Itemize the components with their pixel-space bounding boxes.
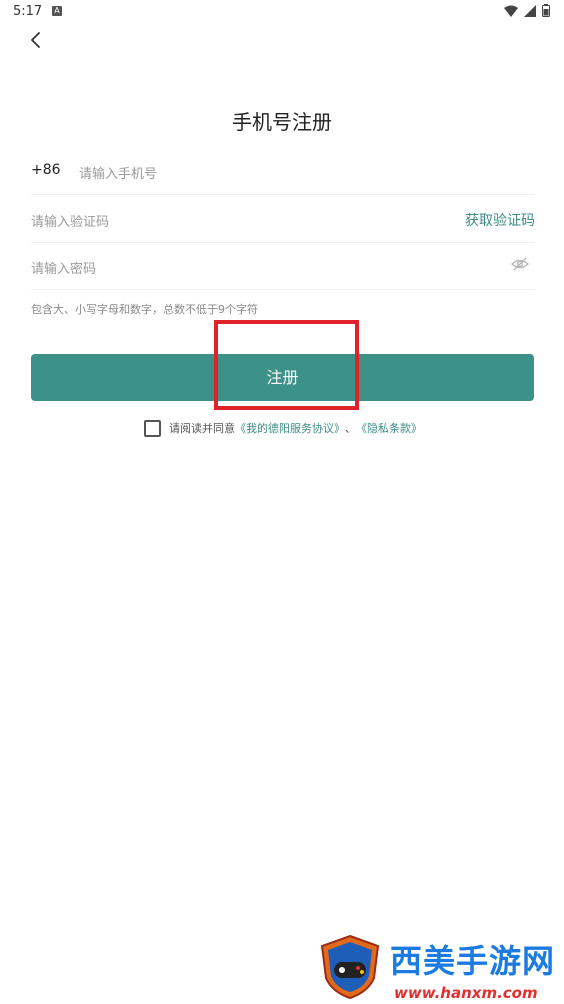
notification-a-icon: A	[52, 6, 62, 16]
gamepad-shield-logo	[320, 934, 380, 1000]
password-row: 请输入密码	[31, 243, 535, 290]
get-code-button[interactable]: 获取验证码	[465, 210, 535, 230]
code-row: 请输入验证码 获取验证码	[31, 196, 535, 243]
agreement-row: 请阅读并同意 《我的德阳服务协议》 、 《隐私条款》	[144, 419, 422, 437]
privacy-link[interactable]: 《隐私条款》	[356, 420, 422, 436]
watermark: 西美手游网 www.hanxm.com	[318, 932, 564, 1004]
phone-row: +86 请输入手机号	[31, 148, 535, 195]
page-title: 手机号注册	[232, 110, 332, 134]
signal-icon	[524, 4, 536, 17]
chevron-left-icon	[31, 32, 40, 48]
battery-icon	[542, 4, 550, 17]
eye-off-icon	[511, 257, 529, 271]
back-button[interactable]	[24, 28, 48, 52]
status-icons	[504, 4, 550, 17]
password-hint: 包含大、小写字母和数字，总数不低于9个字符	[31, 303, 258, 316]
password-input[interactable]: 请输入密码	[31, 258, 96, 277]
agree-checkbox[interactable]	[144, 419, 161, 437]
code-input[interactable]: 请输入验证码	[31, 211, 109, 230]
register-button[interactable]: 注册	[31, 354, 534, 401]
country-code[interactable]: +86	[31, 162, 61, 178]
status-bar: 5:17 A	[0, 0, 564, 24]
status-time: 5:17	[13, 4, 43, 19]
watermark-url: www.hanxm.com	[394, 984, 538, 1002]
wifi-icon	[504, 5, 518, 17]
watermark-name: 西美手游网	[390, 942, 556, 980]
agreement-separator: 、	[345, 422, 356, 435]
agreement-prefix: 请阅读并同意	[169, 422, 235, 435]
toggle-password-visibility[interactable]	[511, 256, 529, 276]
service-agreement-link[interactable]: 《我的德阳服务协议》	[235, 420, 345, 436]
phone-input[interactable]: 请输入手机号	[79, 163, 157, 182]
